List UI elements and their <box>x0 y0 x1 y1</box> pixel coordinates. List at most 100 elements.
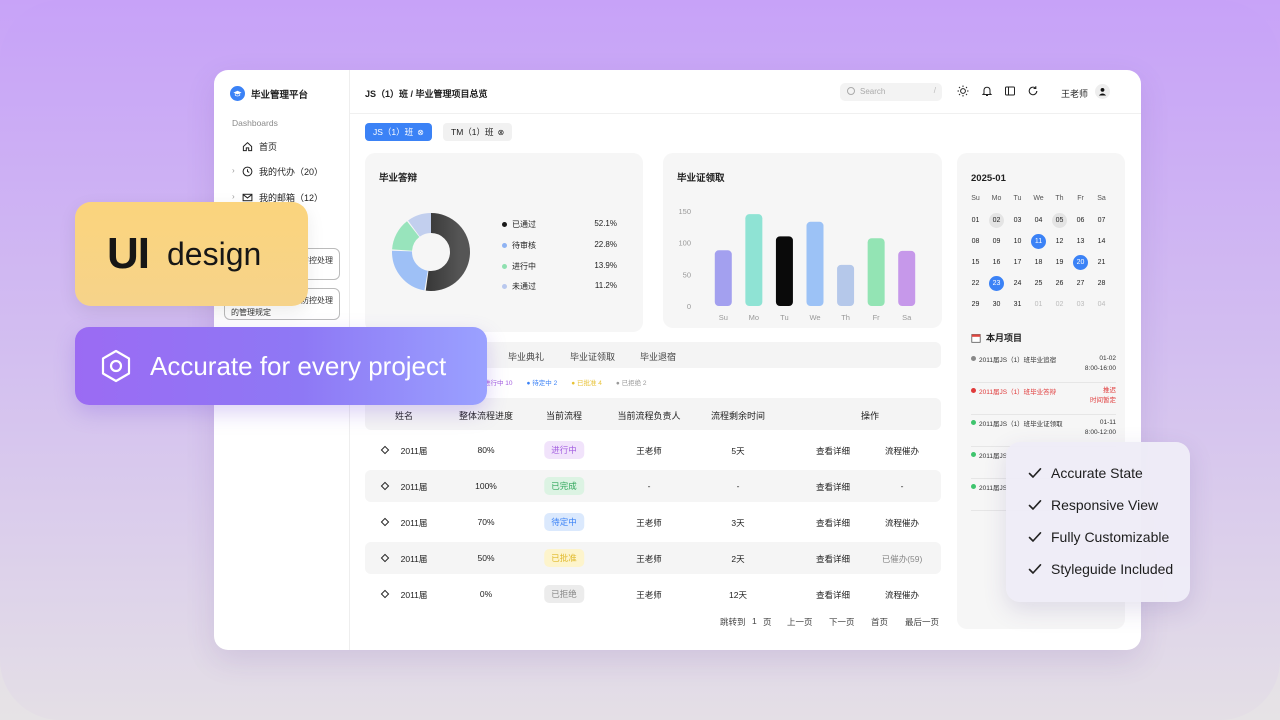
urge-link[interactable]: 已催办(59) <box>882 553 923 565</box>
avatar[interactable] <box>1095 84 1110 99</box>
calendar-day[interactable]: 30 <box>989 297 1004 312</box>
bar-tu[interactable] <box>775 236 793 306</box>
view-details-link[interactable]: 查看详细 <box>816 589 850 601</box>
donut-chart[interactable] <box>391 212 471 292</box>
refresh-icon[interactable] <box>1026 84 1040 98</box>
calendar-day[interactable]: 19 <box>1052 255 1067 270</box>
calendar-day[interactable]: 24 <box>1010 276 1025 291</box>
table-row[interactable]: 2011届 80% 进行中 王老师 5天 查看详细 流程催办 <box>365 434 941 466</box>
pager-next[interactable]: 下一页 <box>829 616 855 628</box>
calendar-day[interactable]: 15 <box>968 255 983 270</box>
brand[interactable]: 毕业管理平台 <box>230 86 308 101</box>
calendar-day[interactable]: 17 <box>1010 255 1025 270</box>
calendar-day[interactable]: 27 <box>1073 276 1088 291</box>
tab-class-tm[interactable]: TM（1）班 ⊗ <box>443 123 513 141</box>
chevron-right-icon[interactable]: › <box>232 166 235 175</box>
calendar-day[interactable]: 23 <box>989 276 1004 291</box>
sun-icon[interactable] <box>956 84 970 98</box>
calendar-day[interactable]: 01 <box>968 213 983 228</box>
column-header[interactable]: 操作 <box>861 409 879 422</box>
clock-icon <box>242 166 253 177</box>
bar-mo[interactable] <box>745 214 763 306</box>
filter-label: 进行中 10 <box>484 380 513 387</box>
view-details-link[interactable]: 查看详细 <box>816 481 850 493</box>
calendar-day[interactable]: 11 <box>1031 234 1046 249</box>
calendar-day[interactable]: 25 <box>1031 276 1046 291</box>
calendar-day[interactable]: 13 <box>1073 234 1088 249</box>
urge-link[interactable]: - <box>901 481 904 491</box>
tab-class-js[interactable]: JS（1）班 ⊗ <box>365 123 432 141</box>
close-icon[interactable]: ⊗ <box>417 128 424 137</box>
calendar-day[interactable]: 02 <box>989 213 1004 228</box>
pager-last[interactable]: 最后一页 <box>905 616 939 628</box>
urge-link[interactable]: 流程催办 <box>885 517 919 529</box>
view-details-link[interactable]: 查看详细 <box>816 517 850 529</box>
urge-link[interactable]: 流程催办 <box>885 589 919 601</box>
x-tick-label: Th <box>841 313 850 322</box>
column-header[interactable]: 当前流程 <box>546 409 582 422</box>
panel-icon[interactable] <box>1003 84 1017 98</box>
calendar-day[interactable]: 18 <box>1031 255 1046 270</box>
pager-prev[interactable]: 上一页 <box>787 616 813 628</box>
tab-checkout[interactable]: 毕业退宿 <box>640 350 676 363</box>
bar-we[interactable] <box>806 221 824 306</box>
table-row[interactable]: 2011届 70% 待定中 王老师 3天 查看详细 流程催办 <box>365 506 941 538</box>
calendar-day[interactable]: 20 <box>1073 255 1088 270</box>
column-header[interactable]: 流程剩余时间 <box>711 409 765 422</box>
calendar-day[interactable]: 03 <box>1073 297 1088 312</box>
tab-certificate[interactable]: 毕业证领取 <box>570 350 615 363</box>
calendar-day[interactable]: 09 <box>989 234 1004 249</box>
user-name[interactable]: 王老师 <box>1061 87 1088 100</box>
project-item[interactable]: 2011届JS（1）班毕业追宿 01-02 8:00-16:00 <box>971 351 1116 383</box>
sidebar-item-todo[interactable]: 我的代办（20） <box>242 165 323 178</box>
calendar-day[interactable]: 04 <box>1094 297 1109 312</box>
calendar-day[interactable]: 21 <box>1094 255 1109 270</box>
bar-sa[interactable] <box>898 250 916 306</box>
calendar-day[interactable]: 26 <box>1052 276 1067 291</box>
bar-su[interactable] <box>714 250 732 306</box>
filter-approved[interactable]: ● 已批准 4 <box>571 377 602 387</box>
calendar-day[interactable]: 07 <box>1094 213 1109 228</box>
bar-th[interactable] <box>837 264 855 306</box>
calendar-day[interactable]: 16 <box>989 255 1004 270</box>
close-icon[interactable]: ⊗ <box>498 128 505 137</box>
urge-link[interactable]: 流程催办 <box>885 445 919 457</box>
calendar-day[interactable]: 29 <box>968 297 983 312</box>
checklist-label: Styleguide Included <box>1051 561 1174 577</box>
sidebar-item-home[interactable]: 首页 <box>242 140 277 153</box>
pager-first[interactable]: 首页 <box>871 616 888 628</box>
calendar-day[interactable]: 04 <box>1031 213 1046 228</box>
calendar-day[interactable]: 02 <box>1052 297 1067 312</box>
pager-page-input[interactable]: 1 <box>752 616 757 626</box>
calendar-day[interactable]: 01 <box>1031 297 1046 312</box>
bell-icon[interactable] <box>980 84 994 98</box>
calendar-day[interactable]: 10 <box>1010 234 1025 249</box>
filter-rejected[interactable]: ● 已拒绝 2 <box>616 377 647 387</box>
view-details-link[interactable]: 查看详细 <box>816 445 850 457</box>
calendar-day[interactable]: 31 <box>1010 297 1025 312</box>
calendar-day[interactable]: 03 <box>1010 213 1025 228</box>
bar-fr[interactable] <box>867 238 885 306</box>
calendar-day[interactable]: 12 <box>1052 234 1067 249</box>
tab-ceremony[interactable]: 毕业典礼 <box>508 350 544 363</box>
filter-pending[interactable]: ● 待定中 2 <box>527 377 558 387</box>
view-details-link[interactable]: 查看详细 <box>816 553 850 565</box>
cell-name: 2011届 <box>400 554 428 564</box>
project-item[interactable]: 2011届JS（1）班毕业答辩 推迟 时间暂定 <box>971 383 1116 415</box>
column-header[interactable]: 整体流程进度 <box>459 409 513 422</box>
calendar-day[interactable]: 28 <box>1094 276 1109 291</box>
table-row[interactable]: 2011届 50% 已批准 王老师 2天 查看详细 已催办(59) <box>365 542 941 574</box>
calendar-day[interactable]: 08 <box>968 234 983 249</box>
chevron-right-icon[interactable]: › <box>232 192 235 201</box>
calendar-day[interactable]: 22 <box>968 276 983 291</box>
checklist-label: Accurate State <box>1051 465 1143 481</box>
calendar-day[interactable]: 14 <box>1094 234 1109 249</box>
table-row[interactable]: 2011届 0% 已拒绝 王老师 12天 查看详细 流程催办 <box>365 578 941 610</box>
calendar-day[interactable]: 06 <box>1073 213 1088 228</box>
column-header[interactable]: 当前流程负责人 <box>617 409 680 422</box>
table-row[interactable]: 2011届 100% 已完成 - - 查看详细 - <box>365 470 941 502</box>
calendar-day[interactable]: 05 <box>1052 213 1067 228</box>
search-input[interactable]: Search / <box>840 83 942 101</box>
filter-in-progress[interactable]: 进行中 10 <box>484 377 513 387</box>
column-header[interactable]: 姓名 <box>395 409 413 422</box>
